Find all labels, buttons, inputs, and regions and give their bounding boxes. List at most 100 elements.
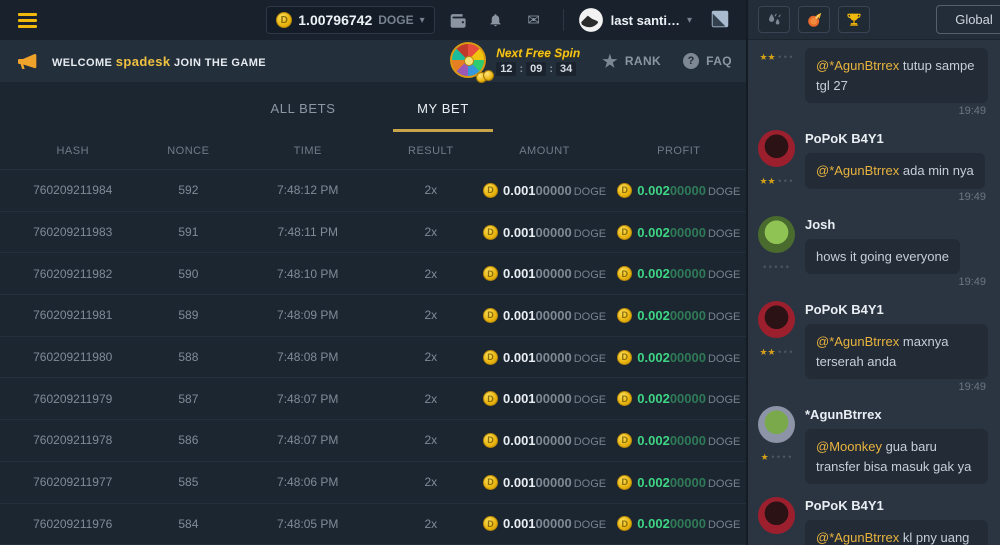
- doge-coin-icon: D: [617, 391, 632, 406]
- rain-button[interactable]: [758, 6, 790, 33]
- cell-time: 7:48:05 PM: [231, 517, 384, 531]
- message-timestamp: 19:49: [805, 191, 988, 203]
- tab-all-bets[interactable]: ALL BETS: [253, 87, 353, 132]
- tab-my-bet[interactable]: MY BET: [393, 87, 493, 132]
- profit-sub: 00000: [670, 266, 706, 281]
- cell-hash: 760209211983: [0, 225, 145, 239]
- chat-panel: Global ★★ • • • @*AgunBtrrex tutup sampe…: [746, 0, 1000, 545]
- doge-coin-icon: D: [483, 308, 498, 323]
- doge-coin-icon: D: [483, 183, 498, 198]
- profit-main: 0.002: [637, 516, 670, 531]
- cell-amount: D 0.00100000DOGE: [477, 350, 611, 365]
- cell-profit: D 0.00200000DOGE: [612, 183, 746, 198]
- table-row[interactable]: 760209211978 586 7:48:07 PM 2x D 0.00100…: [0, 420, 746, 462]
- mention-link[interactable]: @Moonkey: [816, 439, 886, 454]
- free-spin-widget[interactable]: Next Free Spin 12: 09: 34: [450, 42, 580, 80]
- countdown-hours: 12: [496, 62, 516, 76]
- main-area: D 1.00796742 DOGE ▾ ✉ last santi…: [0, 0, 746, 545]
- message-body: PoPoK B4Y1 @*AgunBtrrex kl pny uang bnyk…: [805, 497, 992, 545]
- profit-currency: DOGE: [708, 519, 740, 531]
- cell-hash: 760209211981: [0, 308, 145, 322]
- chat-message[interactable]: ★★ • • • @*AgunBtrrex tutup sampe tgl 27…: [756, 48, 992, 117]
- profit-sub: 00000: [670, 308, 706, 323]
- column-header-time: TIME: [231, 145, 384, 157]
- profit-main: 0.002: [637, 350, 670, 365]
- empty-star-icon: •: [786, 452, 792, 462]
- bets-table-body: 760209211984 592 7:48:12 PM 2x D 0.00100…: [0, 170, 746, 545]
- balance-value: 1.00796742: [298, 12, 372, 28]
- cell-profit: D 0.00200000DOGE: [612, 433, 746, 448]
- cell-result: 2x: [384, 225, 477, 239]
- notifications-button[interactable]: [481, 6, 511, 34]
- top-bar: D 1.00796742 DOGE ▾ ✉ last santi…: [0, 0, 746, 40]
- chat-message[interactable]: ★ • • • • *AgunBtrrex @Moonkey gua baru …: [756, 406, 992, 484]
- empty-star-icon: •: [787, 347, 793, 357]
- trophy-button[interactable]: [838, 6, 870, 33]
- table-row[interactable]: 760209211976 584 7:48:05 PM 2x D 0.00100…: [0, 504, 746, 545]
- amount-sub: 00000: [536, 350, 572, 365]
- user-avatar: [578, 7, 604, 33]
- menu-button[interactable]: [16, 9, 39, 32]
- cell-nonce: 588: [145, 350, 231, 364]
- envelope-icon: ✉: [527, 11, 540, 29]
- cell-profit: D 0.00200000DOGE: [612, 391, 746, 406]
- star-icon: ★: [759, 347, 767, 357]
- profit-sub: 00000: [670, 391, 706, 406]
- cell-nonce: 584: [145, 517, 231, 531]
- chat-panel-icon: [709, 8, 731, 30]
- faq-link[interactable]: ? FAQ: [683, 53, 732, 69]
- amount-sub: 00000: [536, 183, 572, 198]
- balance-selector[interactable]: D 1.00796742 DOGE ▾: [266, 6, 434, 34]
- user-menu[interactable]: last santi… ▾: [578, 7, 692, 33]
- fireball-button[interactable]: [798, 6, 830, 33]
- countdown-seconds: 34: [556, 62, 576, 76]
- amount-main: 0.001: [503, 308, 536, 323]
- table-row[interactable]: 760209211979 587 7:48:07 PM 2x D 0.00100…: [0, 378, 746, 420]
- profit-currency: DOGE: [708, 228, 740, 240]
- avatar: [758, 406, 795, 443]
- table-row[interactable]: 760209211977 585 7:48:06 PM 2x D 0.00100…: [0, 462, 746, 504]
- chat-message[interactable]: • • • • • Josh hows it going everyone 19…: [756, 216, 992, 289]
- chat-messages: ★★ • • • @*AgunBtrrex tutup sampe tgl 27…: [748, 40, 1000, 545]
- table-row[interactable]: 760209211980 588 7:48:08 PM 2x D 0.00100…: [0, 337, 746, 379]
- bell-icon: [488, 12, 503, 28]
- profit-main: 0.002: [637, 225, 670, 240]
- message-bubble: hows it going everyone: [805, 239, 960, 275]
- message-author: *AgunBtrrex: [805, 407, 988, 422]
- doge-coin-icon: D: [483, 350, 498, 365]
- chat-message[interactable]: ★★ • • • PoPoK B4Y1 @*AgunBtrrex ada min…: [756, 130, 992, 203]
- chat-channel-selector[interactable]: Global: [936, 5, 1000, 34]
- doge-coin-icon: D: [617, 183, 632, 198]
- amount-currency: DOGE: [574, 353, 606, 365]
- cell-time: 7:48:11 PM: [231, 225, 384, 239]
- cell-amount: D 0.00100000DOGE: [477, 475, 611, 490]
- cell-result: 2x: [384, 433, 477, 447]
- messages-button[interactable]: ✉: [519, 6, 549, 34]
- table-row[interactable]: 760209211983 591 7:48:11 PM 2x D 0.00100…: [0, 212, 746, 254]
- welcome-message: WELCOME spadesk JOIN THE GAME: [18, 53, 266, 70]
- mention-link[interactable]: @*AgunBtrrex: [816, 163, 903, 178]
- chat-header: Global: [748, 0, 1000, 40]
- cell-hash: 760209211977: [0, 475, 145, 489]
- user-rating: ★★ • • •: [759, 539, 792, 545]
- mention-link[interactable]: @*AgunBtrrex: [816, 334, 903, 349]
- chat-toggle-button[interactable]: [706, 7, 734, 33]
- chat-message[interactable]: ★★ • • • PoPoK B4Y1 @*AgunBtrrex maxnya …: [756, 301, 992, 393]
- wallet-button[interactable]: [443, 6, 473, 34]
- table-row[interactable]: 760209211982 590 7:48:10 PM 2x D 0.00100…: [0, 253, 746, 295]
- cell-nonce: 590: [145, 267, 231, 281]
- table-row[interactable]: 760209211984 592 7:48:12 PM 2x D 0.00100…: [0, 170, 746, 212]
- table-row[interactable]: 760209211981 589 7:48:09 PM 2x D 0.00100…: [0, 295, 746, 337]
- bets-tabs: ALL BETS MY BET: [0, 82, 746, 132]
- user-name: last santi…: [611, 13, 680, 28]
- doge-coin-icon: D: [483, 266, 498, 281]
- mention-link[interactable]: @*AgunBtrrex: [816, 58, 903, 73]
- rank-link[interactable]: ★ RANK: [602, 53, 661, 70]
- message-body: PoPoK B4Y1 @*AgunBtrrex maxnya terserah …: [805, 301, 992, 393]
- mention-link[interactable]: @*AgunBtrrex: [816, 530, 903, 545]
- column-header-amount: AMOUNT: [477, 145, 611, 157]
- cell-profit: D 0.00200000DOGE: [612, 266, 746, 281]
- join-label: JOIN THE GAME: [174, 57, 266, 69]
- cell-time: 7:48:07 PM: [231, 433, 384, 447]
- chat-message[interactable]: ★★ • • • PoPoK B4Y1 @*AgunBtrrex kl pny …: [756, 497, 992, 545]
